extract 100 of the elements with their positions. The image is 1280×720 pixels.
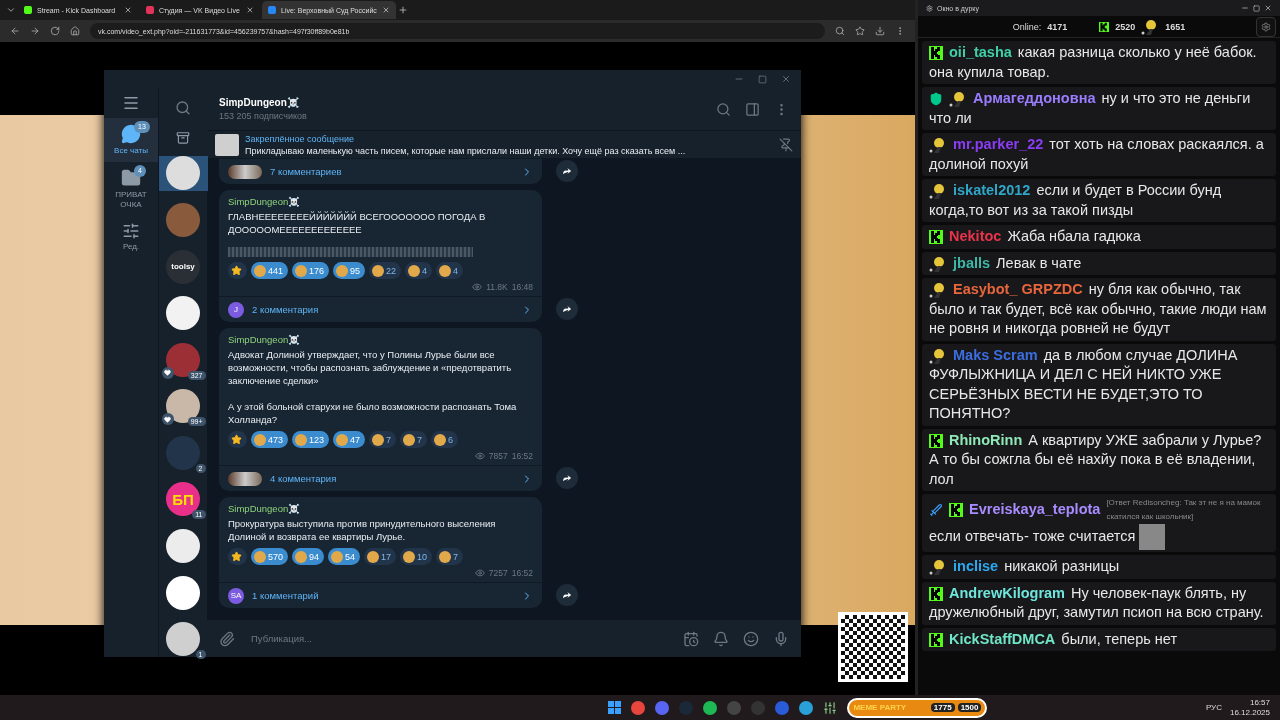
reaction-chip[interactable]: 570	[251, 548, 289, 565]
post-time: 16:52	[511, 568, 533, 578]
chat-app-icon[interactable]	[655, 700, 670, 715]
favicon-icon	[146, 6, 154, 14]
comments-link[interactable]: 7 комментариев	[219, 158, 542, 184]
reaction-chip[interactable]	[228, 262, 247, 279]
close-icon[interactable]	[381, 6, 390, 14]
share-button[interactable]	[556, 160, 578, 182]
avatar: toolsy	[166, 249, 200, 284]
folder-label: Ред.	[122, 242, 140, 252]
attach-icon[interactable]	[219, 630, 235, 647]
browser-icon[interactable]	[631, 700, 646, 715]
chat-item[interactable]	[158, 155, 208, 192]
chat-username[interactable]: AndrewKilogram	[949, 584, 1065, 601]
chat-username[interactable]: KickStaffDMCA	[949, 630, 1056, 647]
reaction-chip[interactable]	[228, 548, 247, 565]
emoji-icon	[403, 550, 416, 563]
forward-icon[interactable]	[30, 26, 40, 36]
start-icon[interactable]	[608, 701, 622, 714]
close-icon[interactable]	[1264, 4, 1272, 12]
chat-item[interactable]: toolsy	[158, 248, 208, 285]
close-icon[interactable]	[124, 6, 132, 14]
clock[interactable]: 16:57 16.12.2025	[1229, 697, 1270, 718]
reload-icon[interactable]	[50, 26, 60, 36]
emoji-icon	[372, 433, 385, 446]
avatar	[166, 296, 200, 331]
reaction-chip[interactable]: 4	[405, 262, 433, 279]
reaction-chip[interactable]: 6	[431, 431, 459, 448]
search-icon[interactable]	[175, 100, 191, 116]
chat-username[interactable]: Evreiskaya_teplota	[969, 501, 1101, 518]
emoji-icon	[403, 433, 416, 446]
comments-link[interactable]: J 2 комментария	[219, 296, 542, 322]
music-app-icon[interactable]	[703, 700, 718, 715]
search-icon[interactable]	[716, 101, 731, 117]
minimize-icon[interactable]	[1241, 4, 1249, 12]
comments-link[interactable]: 4 комментария	[219, 465, 542, 491]
language-indicator[interactable]: РУС	[1205, 703, 1222, 712]
chat-username[interactable]: Easybot_ GRPZDC	[953, 281, 1083, 297]
chat-username[interactable]: jballs	[953, 254, 991, 271]
reaction-chip[interactable]: 473	[251, 431, 289, 448]
home-icon[interactable]	[70, 26, 80, 36]
chat-username[interactable]: mr.parker_22	[953, 136, 1044, 152]
reaction-chip[interactable]: 176	[292, 262, 330, 279]
chat-username[interactable]: RhinoRinn	[949, 431, 1023, 448]
search-icon[interactable]	[835, 26, 845, 36]
reaction-chip[interactable]	[228, 431, 247, 448]
reaction-chip[interactable]: 47	[333, 431, 366, 448]
chat-username[interactable]: Nekitoc	[949, 228, 1002, 244]
reply-quote: [Ответ Redisoncheg: Так эт не я на мамок скатился как школьник]	[1106, 497, 1262, 523]
reaction-chip[interactable]: 7	[400, 431, 428, 448]
reaction-chip[interactable]: 4	[436, 262, 464, 279]
reaction-chip[interactable]: 7	[436, 548, 464, 565]
menu-icon[interactable]	[122, 94, 140, 112]
chat-username[interactable]: Армагеддоновна	[973, 90, 1096, 106]
chat-username[interactable]: iskatel2012	[953, 182, 1031, 198]
tab-list-icon[interactable]	[6, 5, 16, 15]
reaction-chip[interactable]: 94	[292, 548, 325, 565]
emoji-icon[interactable]	[743, 630, 759, 647]
comments-link[interactable]: SA 1 комментарий	[219, 582, 542, 608]
post-text: А у этой больной старухи не было возможности распознать Тома Холланда?	[228, 400, 518, 426]
download-icon[interactable]	[875, 26, 885, 36]
share-button[interactable]	[556, 298, 578, 320]
chat-username[interactable]: Maks Scram	[953, 346, 1038, 363]
settings-button[interactable]	[1256, 17, 1276, 37]
app-icon[interactable]	[823, 700, 838, 715]
reaction-chip[interactable]: 95	[333, 262, 366, 279]
reaction-chip[interactable]: 7	[369, 431, 397, 448]
bell-icon[interactable]	[713, 630, 729, 647]
close-icon[interactable]	[246, 6, 254, 14]
archive-icon[interactable]	[176, 130, 190, 145]
share-button[interactable]	[556, 467, 578, 489]
view-count: 11.8K	[486, 282, 508, 292]
bookmark-icon[interactable]	[855, 26, 865, 36]
sidebar-icon[interactable]	[745, 101, 760, 117]
avatar	[166, 622, 200, 657]
new-tab-icon[interactable]	[397, 5, 408, 15]
views-icon	[472, 282, 483, 292]
avatar	[166, 342, 200, 377]
pin-list-icon[interactable]	[779, 137, 793, 152]
qr-code-drawing	[838, 612, 908, 682]
chat-username[interactable]: inclise	[953, 558, 999, 574]
close-icon[interactable]	[781, 74, 791, 84]
share-button[interactable]	[556, 584, 578, 606]
schedule-icon[interactable]	[683, 630, 699, 647]
reaction-chip[interactable]: 17	[364, 548, 397, 565]
chat-username[interactable]: oii_tasha	[949, 44, 1012, 60]
microphone-icon[interactable]	[773, 630, 789, 647]
reaction-chip[interactable]: 10	[400, 548, 433, 565]
reaction-chip[interactable]: 22	[369, 262, 402, 279]
messenger-icon[interactable]	[799, 700, 814, 715]
reaction-chip[interactable]: 54	[328, 548, 361, 565]
back-icon[interactable]	[10, 26, 20, 36]
maximize-icon[interactable]	[1253, 4, 1260, 12]
folder-tab[interactable]: Ред.	[104, 216, 158, 258]
reaction-chip[interactable]: 123	[292, 431, 330, 448]
pinned-text: Прикладываю маленькую часть писем, которые нам прислали наши детки. Хочу ещё раз сказать всем ...	[245, 145, 687, 156]
commenter-avatar: J	[228, 301, 244, 318]
channel-name: SimpDungeon☠	[219, 97, 300, 108]
avatar	[166, 203, 200, 237]
reaction-chip[interactable]: 441	[251, 262, 289, 279]
